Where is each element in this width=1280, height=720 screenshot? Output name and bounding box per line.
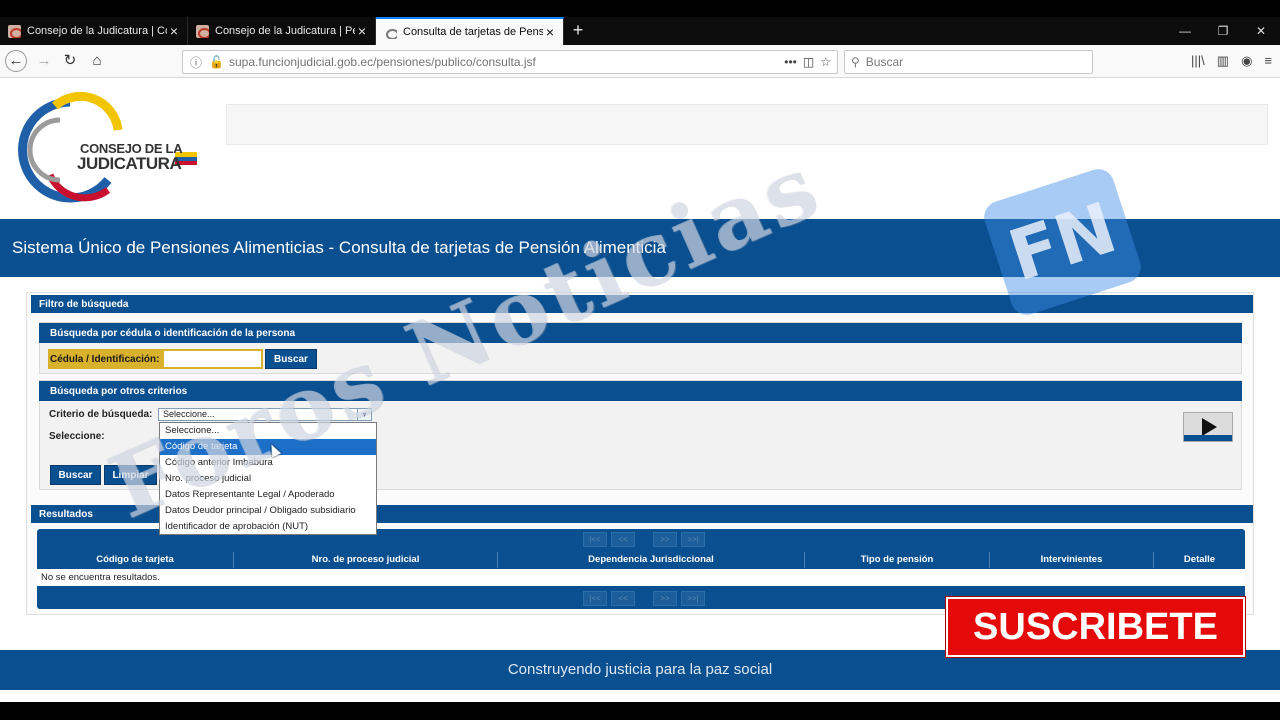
- window-controls: — ❐ ✕: [1166, 17, 1280, 45]
- col-proceso-judicial[interactable]: Nro. de proceso judicial: [234, 552, 498, 568]
- id-field-label: Cédula / Identificación:: [48, 349, 162, 369]
- insecure-lock-icon[interactable]: 🔓: [209, 55, 224, 69]
- site-favicon-icon: [196, 24, 209, 38]
- criteria-label: Criterio de búsqueda:: [49, 409, 153, 420]
- col-detalle[interactable]: Detalle: [1154, 552, 1245, 568]
- next-page-button[interactable]: >>: [653, 532, 677, 547]
- col-tipo-pension[interactable]: Tipo de pensión: [805, 552, 990, 568]
- url-text[interactable]: supa.funcionjudicial.gob.ec/pensiones/pu…: [229, 55, 784, 69]
- criteria-select[interactable]: Seleccione... ▾: [158, 408, 372, 421]
- tab-title: Consejo de la Judicatura | Pensi: [215, 25, 355, 37]
- letterbox-top: [0, 0, 1280, 17]
- browser-nav-bar: ← → ↻ ⌂ ⓘ 🔓 supa.funcionjudicial.gob.ec/…: [0, 45, 1280, 78]
- search-icon: ⚲: [851, 55, 860, 69]
- url-bar[interactable]: ⓘ 🔓 supa.funcionjudicial.gob.ec/pensione…: [182, 50, 838, 74]
- reload-icon[interactable]: ↻: [59, 50, 81, 72]
- criteria-select-value: Seleccione...: [163, 409, 215, 419]
- footer-slogan: Construyendo justicia para la paz social: [507, 661, 773, 678]
- empty-results-message: No se encuentra resultados.: [37, 569, 1245, 586]
- bookmark-star-icon[interactable]: ☆: [820, 55, 831, 69]
- video-thumbnail[interactable]: [1183, 412, 1233, 442]
- forward-arrow-icon[interactable]: →: [33, 50, 55, 72]
- screen: Consejo de la Judicatura | Cons × Consej…: [0, 0, 1280, 720]
- close-tab-icon[interactable]: ×: [543, 24, 557, 40]
- id-input[interactable]: [162, 349, 263, 369]
- close-tab-icon[interactable]: ×: [355, 23, 369, 39]
- pager-top: |<< << >> >>|: [583, 532, 705, 547]
- id-search-button[interactable]: Buscar: [265, 349, 317, 369]
- prev-page-button[interactable]: <<: [611, 591, 635, 606]
- browser-tab-3-active[interactable]: Consulta de tarjetas de Pensión ×: [376, 17, 564, 45]
- close-tab-icon[interactable]: ×: [167, 23, 181, 39]
- col-intervinientes[interactable]: Intervinientes: [990, 552, 1154, 568]
- other-criteria-header: Búsqueda por otros criterios: [39, 381, 1242, 401]
- page-actions-icon[interactable]: •••: [784, 55, 797, 69]
- site-favicon-icon: [8, 24, 21, 38]
- search-bar[interactable]: ⚲ Buscar: [844, 50, 1093, 74]
- play-icon[interactable]: [1202, 418, 1217, 436]
- close-window-icon[interactable]: ✕: [1242, 17, 1280, 45]
- col-codigo-tarjeta[interactable]: Código de tarjeta: [37, 552, 234, 568]
- dropdown-option[interactable]: Código anterior Imbabura: [160, 455, 376, 471]
- chevron-down-icon[interactable]: ▾: [357, 409, 371, 420]
- last-page-button[interactable]: >>|: [681, 532, 705, 547]
- logo-text-line2: JUDICATURA: [77, 154, 182, 173]
- site-info-icon[interactable]: ⓘ: [189, 54, 203, 71]
- minimize-icon[interactable]: —: [1166, 17, 1204, 45]
- tab-title: Consulta de tarjetas de Pensión: [403, 26, 543, 38]
- first-page-button[interactable]: |<<: [583, 591, 607, 606]
- id-search-header: Búsqueda por cédula o identificación de …: [39, 323, 1242, 343]
- last-page-button[interactable]: >>|: [681, 591, 705, 606]
- select-label: Seleccione:: [49, 431, 105, 442]
- clear-button[interactable]: Limpiar: [104, 465, 157, 485]
- pager-bottom: |<< << >> >>|: [583, 591, 705, 606]
- thumbnail-caption-bar: [1184, 435, 1232, 441]
- browser-tab-strip: Consejo de la Judicatura | Cons × Consej…: [0, 17, 1280, 45]
- browser-tab-2[interactable]: Consejo de la Judicatura | Pensi ×: [188, 17, 376, 45]
- restore-icon[interactable]: ❐: [1204, 17, 1242, 45]
- toolbar-right: |||\ ▥ ◉ ≡: [1191, 53, 1272, 69]
- dropdown-option[interactable]: Datos Deudor principal / Obligado subsid…: [160, 503, 376, 519]
- dropdown-option[interactable]: Identificador de aprobación (NUT): [160, 519, 376, 535]
- pocket-icon[interactable]: ◫: [803, 55, 814, 69]
- search-button[interactable]: Buscar: [50, 465, 101, 485]
- letterbox-bottom: [0, 702, 1280, 720]
- library-icon[interactable]: |||\: [1191, 53, 1205, 69]
- prev-page-button[interactable]: <<: [611, 532, 635, 547]
- account-icon[interactable]: ◉: [1241, 53, 1252, 69]
- subscribe-banner[interactable]: SUSCRIBETE: [945, 596, 1246, 658]
- new-tab-button[interactable]: +: [564, 17, 592, 45]
- first-page-button[interactable]: |<<: [583, 532, 607, 547]
- dropdown-option[interactable]: Datos Representante Legal / Apoderado: [160, 487, 376, 503]
- dropdown-option[interactable]: Nro. proceso judicial: [160, 471, 376, 487]
- col-dependencia[interactable]: Dependencia Jurisdiccional: [498, 552, 805, 568]
- results-table-header: Código de tarjeta Nro. de proceso judici…: [37, 552, 1245, 568]
- hamburger-menu-icon[interactable]: ≡: [1264, 53, 1272, 69]
- dropdown-option[interactable]: Seleccione...: [160, 423, 376, 439]
- criteria-dropdown-list: Seleccione... Código de tarjeta Código a…: [159, 422, 377, 535]
- browser-tab-1[interactable]: Consejo de la Judicatura | Cons ×: [0, 17, 188, 45]
- tab-title: Consejo de la Judicatura | Cons: [27, 25, 167, 37]
- site-favicon-icon: [384, 26, 397, 39]
- search-placeholder: Buscar: [865, 55, 904, 69]
- sidebar-icon[interactable]: ▥: [1217, 53, 1229, 69]
- page-title: Sistema Único de Pensiones Alimenticias …: [12, 238, 666, 257]
- next-page-button[interactable]: >>: [653, 591, 677, 606]
- home-icon[interactable]: ⌂: [86, 50, 108, 72]
- back-arrow-icon[interactable]: ←: [5, 50, 27, 72]
- header-placeholder-box: [226, 104, 1268, 145]
